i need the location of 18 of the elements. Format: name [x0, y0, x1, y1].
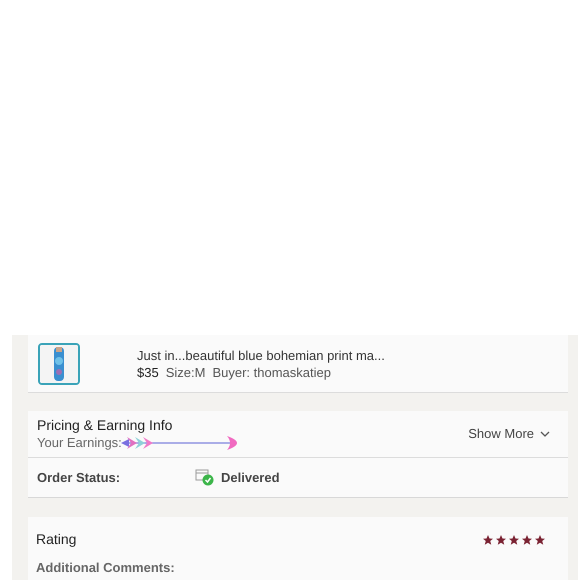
earnings-label: Your Earnings: — [37, 434, 122, 451]
comments-label: Additional Comments: — [36, 560, 175, 575]
order-status-value: Delivered — [221, 468, 280, 487]
delivered-box-icon — [195, 468, 215, 486]
item-title: Just in...beautiful blue bohemian print ma... — [137, 346, 385, 364]
item-price: $35 — [137, 364, 159, 381]
buyer-name: Buyer: thomaskatiep — [212, 364, 331, 381]
order-status-label: Order Status: — [37, 468, 122, 487]
star-icon — [482, 534, 494, 546]
star-icon — [534, 534, 546, 546]
section-title: Pricing & Earning Info — [37, 416, 172, 434]
item-size: Size:M — [166, 364, 206, 381]
star-icon — [508, 534, 520, 546]
star-icon — [521, 534, 533, 546]
show-more-button[interactable]: Show More — [468, 424, 550, 444]
rating-title: Rating — [36, 530, 76, 549]
chevron-down-icon — [540, 430, 550, 437]
star-icon — [495, 534, 507, 546]
